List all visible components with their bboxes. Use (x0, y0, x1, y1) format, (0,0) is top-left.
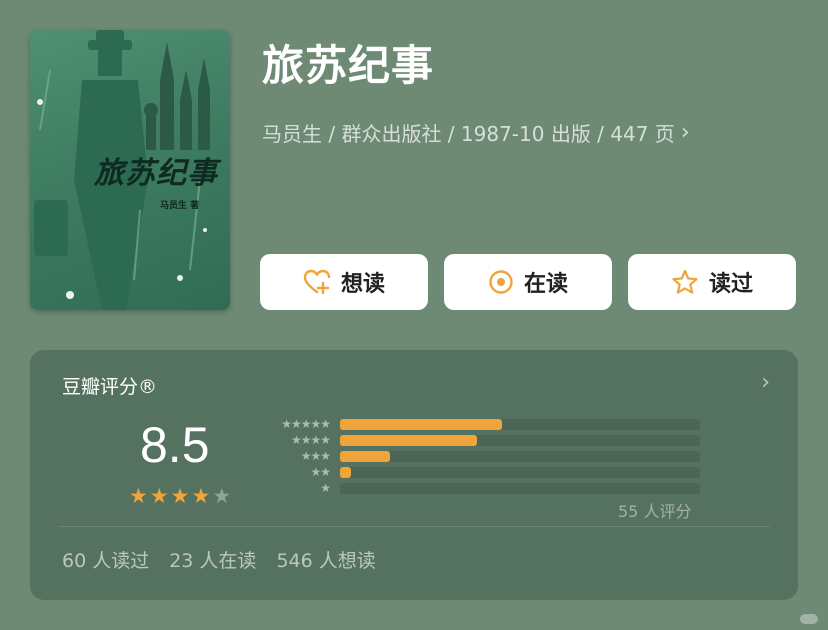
star-filled-icon: ★ (170, 484, 190, 508)
reading-count[interactable]: 23 人在读 (169, 546, 256, 573)
distribution-stars: ★★★★★ (281, 417, 331, 431)
star-empty-icon: ★ (212, 484, 232, 508)
book-title: 旅苏纪事 (262, 41, 435, 90)
distribution-row: ★ (256, 480, 700, 496)
distribution-bar-fill (340, 466, 351, 478)
book-meta-text: 马员生 / 群众出版社 / 1987-10 出版 / 447 页 (262, 122, 675, 146)
rating-stars: ★ ★ ★ ★ ★ (129, 486, 231, 507)
reader-stats: 60 人读过 23 人在读 546 人想读 (62, 546, 376, 573)
heart-plus-icon (303, 269, 331, 295)
read-count[interactable]: 60 人读过 (62, 546, 149, 573)
cover-author: 马员生 著 (160, 201, 200, 211)
want-to-read-button[interactable]: 想读 (260, 254, 428, 310)
read-button[interactable]: 读过 (628, 254, 796, 310)
rating-score: 8.5 (140, 417, 210, 473)
distribution-row: ★★★★★ (256, 416, 700, 432)
rating-title: 豆瓣评分® (62, 376, 158, 398)
distribution-stars: ★★★ (300, 449, 331, 463)
star-outline-icon (672, 269, 698, 294)
distribution-bar-track (340, 434, 700, 446)
distribution-bar-fill (340, 418, 502, 430)
read-label: 读过 (708, 272, 753, 297)
distribution-row: ★★★★ (256, 432, 700, 448)
cover-title: 旅苏纪事 (94, 156, 218, 191)
reading-label: 在读 (523, 272, 568, 297)
distribution-stars: ★★ (310, 465, 331, 479)
distribution-row: ★★ (256, 464, 700, 480)
action-buttons: 想读 在读 读过 (260, 254, 796, 310)
book-meta-link[interactable]: 马员生 / 群众出版社 / 1987-10 出版 / 447 页 › (262, 118, 690, 147)
distribution-bar-track (340, 418, 700, 430)
distribution-stars: ★★★★ (290, 433, 331, 447)
reading-circle-icon (489, 270, 513, 294)
rating-distribution: ★★★★★ ★★★★ ★★★ ★★ ★ (256, 416, 700, 496)
distribution-row: ★★★ (256, 448, 700, 464)
distribution-bar-track (340, 482, 700, 494)
distribution-stars: ★ (320, 481, 331, 495)
distribution-bar-track (340, 450, 700, 462)
rating-card[interactable]: 豆瓣评分® › 8.5 ★ ★ ★ ★ ★ ★★★★★ ★★★★ ★★★ ★★ ★ 55 人评分… (30, 350, 798, 600)
want-to-read-label: 想读 (340, 272, 385, 297)
chevron-right-icon: › (680, 120, 690, 145)
want-count[interactable]: 546 人想读 (276, 546, 375, 573)
star-filled-icon: ★ (129, 484, 148, 508)
chevron-right-icon: › (761, 370, 770, 395)
rating-count: 55 人评分 (618, 502, 692, 521)
distribution-bar-fill (340, 450, 390, 462)
star-filled-icon: ★ (191, 484, 211, 508)
watermark-badge (800, 614, 818, 624)
reading-button[interactable]: 在读 (444, 254, 612, 310)
book-cover[interactable]: 旅苏纪事 马员生 著 (30, 30, 230, 310)
distribution-bar-track (340, 466, 700, 478)
distribution-bar-fill (340, 434, 477, 446)
divider (58, 526, 770, 527)
star-filled-icon: ★ (149, 484, 169, 508)
